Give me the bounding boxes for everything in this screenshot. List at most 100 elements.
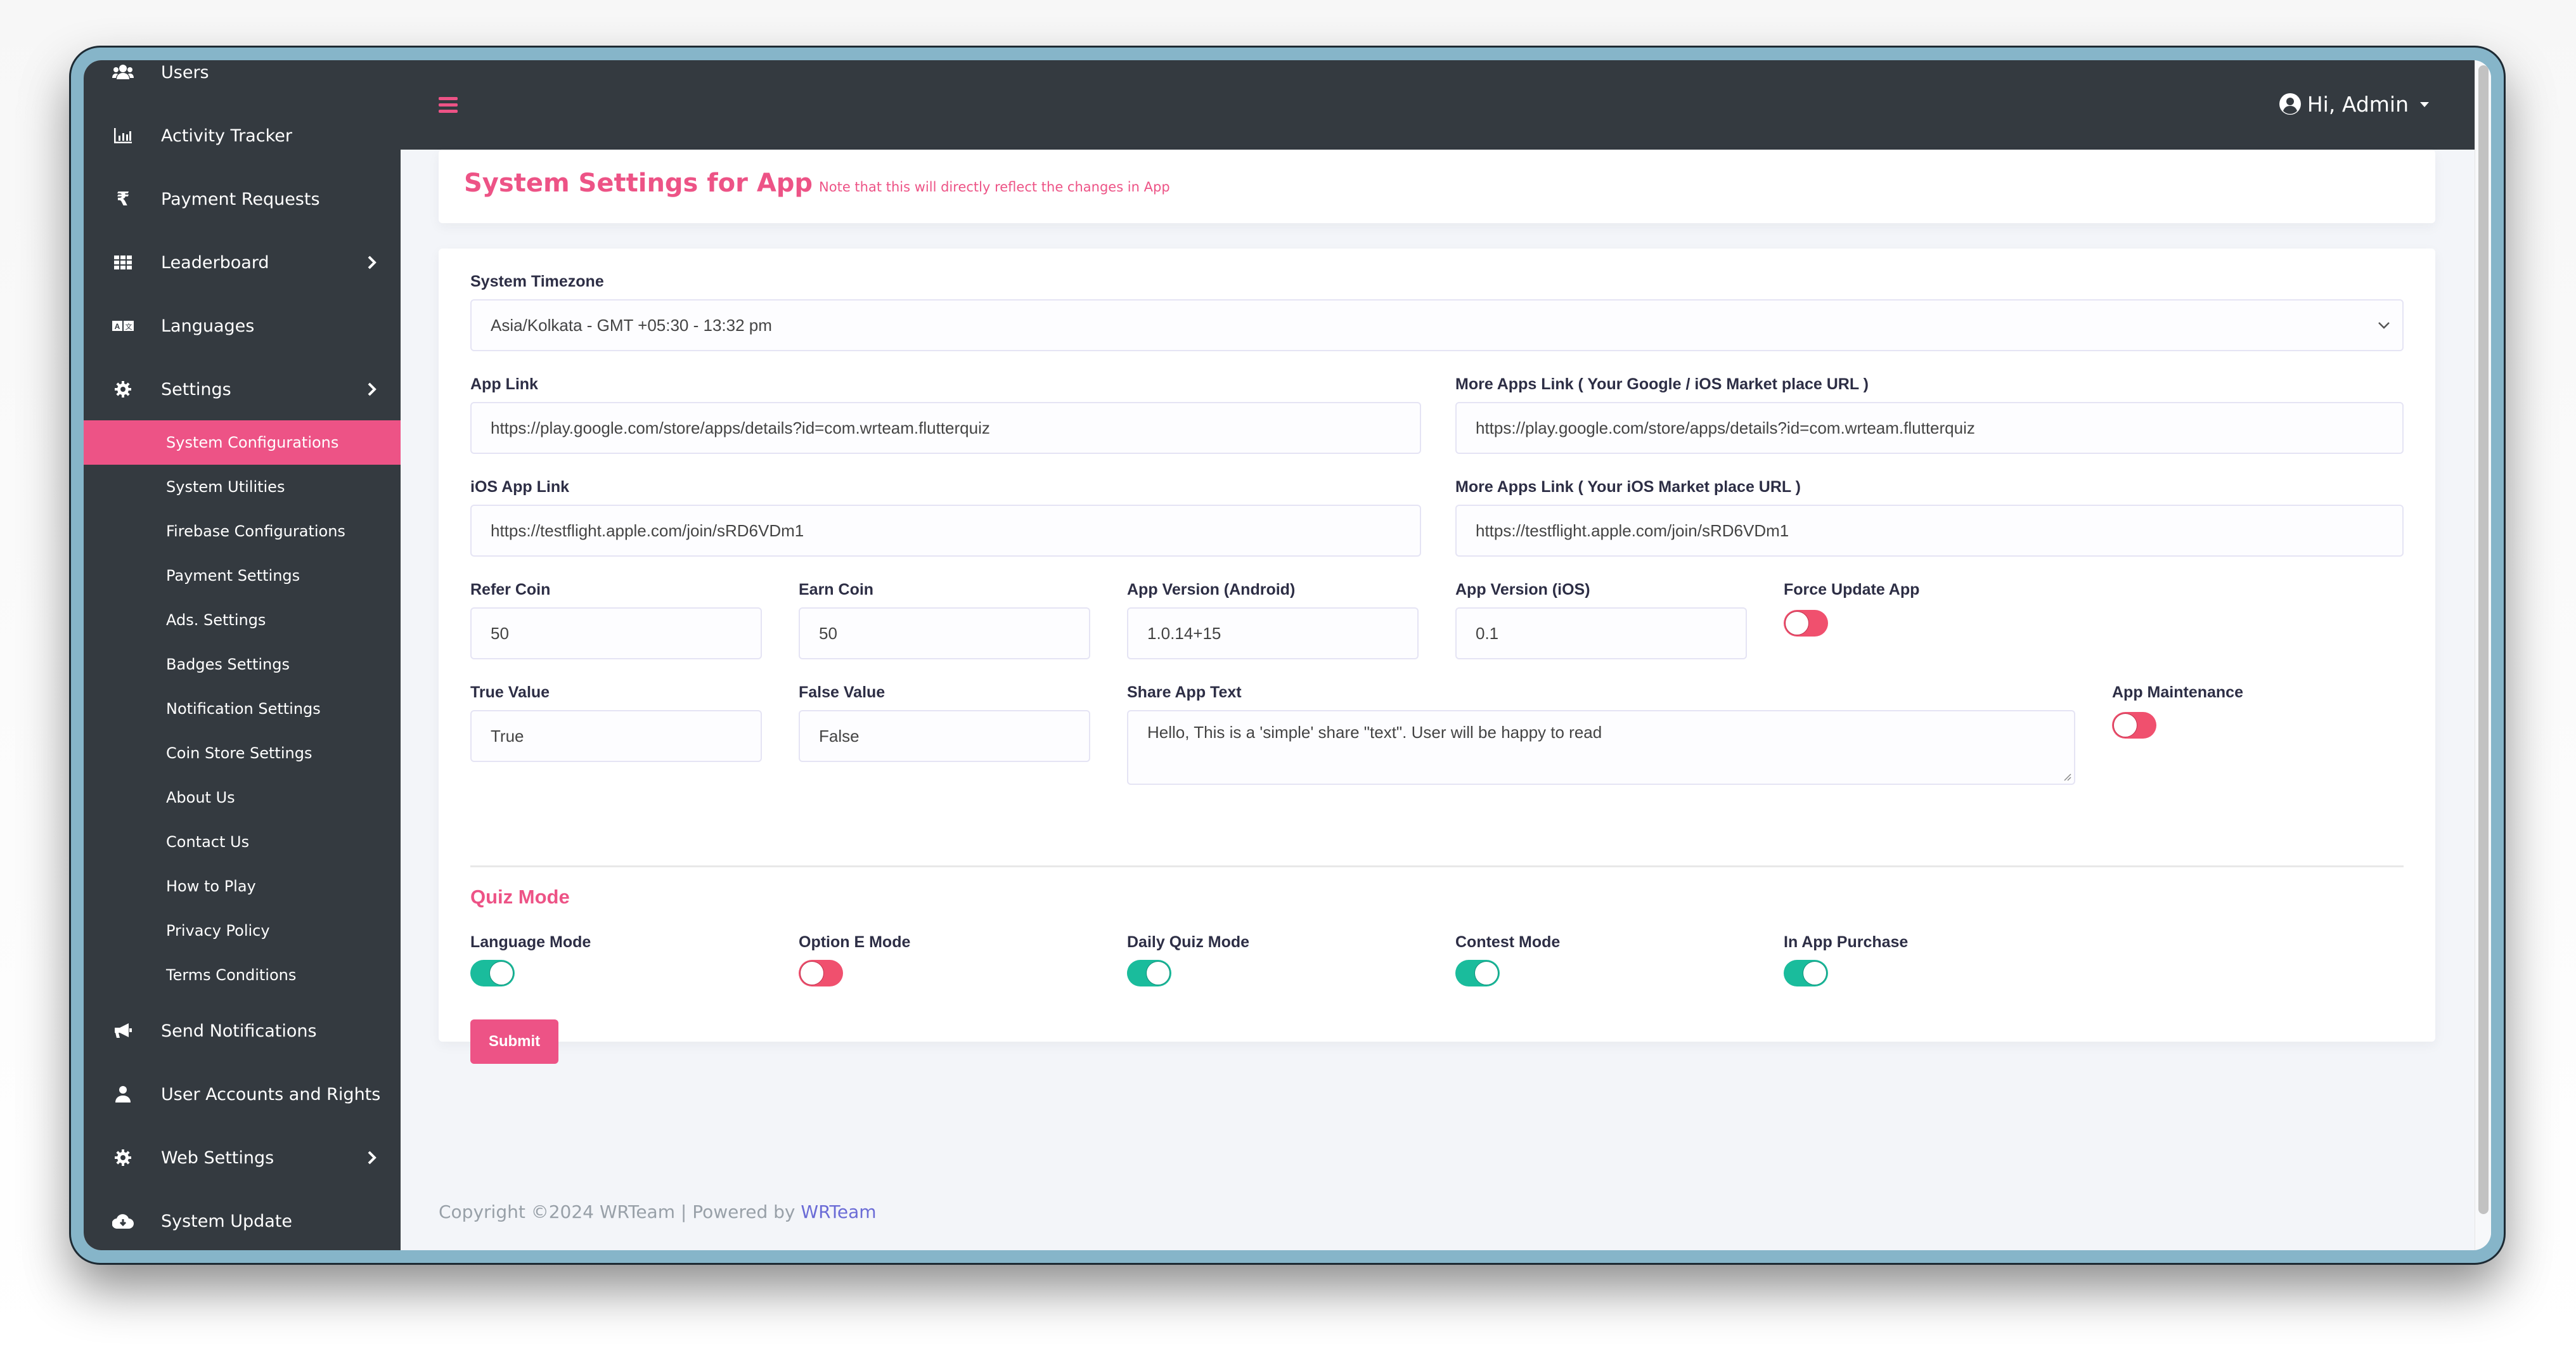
sidebar-item-users[interactable]: Users bbox=[84, 60, 401, 94]
false-value-input[interactable]: False bbox=[799, 710, 1090, 762]
sidebar-item-user-accounts[interactable]: User Accounts and Rights bbox=[84, 1072, 401, 1116]
sidebar-subitem-system-utilities[interactable]: System Utilities bbox=[84, 465, 401, 509]
sidebar-item-languages[interactable]: A文 Languages bbox=[84, 304, 401, 348]
app-version-android-input[interactable]: 1.0.14+15 bbox=[1127, 607, 1419, 659]
sidebar-item-label: Languages bbox=[161, 316, 255, 336]
sidebar-item-label: System Update bbox=[161, 1211, 293, 1231]
in-app-purchase-toggle[interactable] bbox=[1784, 960, 1828, 986]
app-version-ios-input[interactable]: 0.1 bbox=[1455, 607, 1747, 659]
sidebar: Users Activity Tracker ₹ Payment Request… bbox=[84, 60, 401, 1250]
vertical-scrollbar[interactable] bbox=[2475, 60, 2491, 1250]
sidebar-subitem-label: Firebase Configurations bbox=[166, 522, 345, 540]
sidebar-subitem-how-to-play[interactable]: How to Play bbox=[84, 864, 401, 909]
contest-mode-toggle[interactable] bbox=[1455, 960, 1500, 986]
system-timezone-select[interactable]: Asia/Kolkata - GMT +05:30 - 13:32 pm bbox=[470, 299, 2404, 351]
sidebar-subitem-terms-conditions[interactable]: Terms Conditions bbox=[84, 953, 401, 997]
hamburger-icon[interactable] bbox=[439, 96, 458, 115]
sidebar-subitem-label: Payment Settings bbox=[166, 567, 300, 585]
app-maintenance-toggle[interactable] bbox=[2112, 712, 2156, 739]
toggle-knob bbox=[1803, 961, 1827, 985]
sidebar-subitem-label: Notification Settings bbox=[166, 700, 321, 718]
users-icon bbox=[110, 60, 136, 85]
scrollbar-thumb[interactable] bbox=[2478, 65, 2489, 1214]
submit-button[interactable]: Submit bbox=[470, 1019, 558, 1064]
sidebar-subitem-label: System Utilities bbox=[166, 478, 285, 496]
toggle-knob bbox=[1146, 961, 1170, 985]
earn-coin-input[interactable]: 50 bbox=[799, 607, 1090, 659]
app-link-input[interactable]: https://play.google.com/store/apps/detai… bbox=[470, 402, 1421, 454]
earn-coin-label: Earn Coin bbox=[799, 581, 874, 598]
page-title: System Settings for App Note that this wi… bbox=[464, 169, 1170, 198]
true-value-input[interactable]: True bbox=[470, 710, 762, 762]
sidebar-subitem-about-us[interactable]: About Us bbox=[84, 775, 401, 820]
user-greeting: Hi, Admin bbox=[2307, 91, 2409, 117]
footer: Copyright ©2024 WRTeam | Powered by WRTe… bbox=[439, 1201, 877, 1222]
ios-app-link-input[interactable]: https://testflight.apple.com/join/sRD6VD… bbox=[470, 505, 1421, 557]
more-apps-link-ios-input[interactable]: https://testflight.apple.com/join/sRD6VD… bbox=[1455, 505, 2404, 557]
footer-link-wrteam[interactable]: WRTeam bbox=[801, 1201, 876, 1222]
caret-down-icon bbox=[2420, 102, 2429, 107]
resize-grip-icon[interactable] bbox=[2063, 772, 2071, 781]
sidebar-subitem-label: System Configurations bbox=[166, 434, 339, 451]
share-app-text-textarea[interactable]: Hello, This is a 'simple' share "text". … bbox=[1127, 710, 2075, 785]
option-e-mode-label: Option E Mode bbox=[799, 933, 911, 951]
app-version-ios-label: App Version (iOS) bbox=[1455, 581, 1590, 598]
sidebar-subitem-badges-settings[interactable]: Badges Settings bbox=[84, 642, 401, 687]
sidebar-subitem-label: About Us bbox=[166, 789, 235, 806]
sidebar-item-leaderboard[interactable]: Leaderboard bbox=[84, 240, 401, 285]
user-menu-dropdown[interactable]: Hi, Admin bbox=[2279, 88, 2430, 120]
sidebar-item-settings[interactable]: Settings bbox=[84, 367, 401, 411]
toggle-knob bbox=[1785, 611, 1809, 635]
gear-icon bbox=[110, 1145, 136, 1170]
daily-quiz-mode-label: Daily Quiz Mode bbox=[1127, 933, 1250, 951]
chevron-down-icon bbox=[2378, 322, 2390, 329]
sidebar-subitem-label: Terms Conditions bbox=[166, 966, 297, 984]
sidebar-subitem-label: Ads. Settings bbox=[166, 611, 266, 629]
language-icon: A文 bbox=[110, 313, 136, 339]
sidebar-subitem-contact-us[interactable]: Contact Us bbox=[84, 820, 401, 864]
system-timezone-label: System Timezone bbox=[470, 273, 604, 290]
sidebar-item-label: Send Notifications bbox=[161, 1021, 317, 1041]
grid-icon bbox=[110, 250, 136, 275]
sidebar-item-label: Activity Tracker bbox=[161, 126, 292, 146]
option-e-mode-toggle[interactable] bbox=[799, 960, 843, 986]
sidebar-subitem-ads-settings[interactable]: Ads. Settings bbox=[84, 598, 401, 642]
system-timezone-value: Asia/Kolkata - GMT +05:30 - 13:32 pm bbox=[491, 315, 772, 335]
sidebar-subitem-label: Badges Settings bbox=[166, 656, 290, 673]
quiz-mode-heading: Quiz Mode bbox=[470, 886, 570, 908]
refer-coin-input[interactable]: 50 bbox=[470, 607, 762, 659]
sidebar-subitem-label: Contact Us bbox=[166, 833, 250, 851]
gear-icon bbox=[110, 377, 136, 402]
chevron-right-icon bbox=[368, 1151, 377, 1165]
sidebar-item-label: Users bbox=[161, 62, 209, 82]
footer-copyright: Copyright ©2024 WRTeam | Powered by bbox=[439, 1201, 801, 1222]
sidebar-item-label: Payment Requests bbox=[161, 189, 320, 209]
more-apps-link-input[interactable]: https://play.google.com/store/apps/detai… bbox=[1455, 402, 2404, 454]
share-app-text-value: Hello, This is a 'simple' share "text". … bbox=[1147, 723, 1602, 742]
force-update-app-toggle[interactable] bbox=[1784, 610, 1828, 637]
sidebar-subitem-notification-settings[interactable]: Notification Settings bbox=[84, 687, 401, 731]
sidebar-item-payment-requests[interactable]: ₹ Payment Requests bbox=[84, 177, 401, 221]
share-app-text-label: Share App Text bbox=[1127, 683, 1242, 701]
app-maintenance-label: App Maintenance bbox=[2112, 683, 2243, 701]
language-mode-toggle[interactable] bbox=[470, 960, 515, 986]
app-version-android-label: App Version (Android) bbox=[1127, 581, 1296, 598]
chevron-right-icon bbox=[368, 382, 377, 396]
rupee-icon: ₹ bbox=[116, 188, 130, 210]
sidebar-subitem-firebase-configurations[interactable]: Firebase Configurations bbox=[84, 509, 401, 553]
page-title-text: System Settings for App bbox=[464, 169, 813, 198]
language-mode-label: Language Mode bbox=[470, 933, 591, 951]
sidebar-item-send-notifications[interactable]: Send Notifications bbox=[84, 1009, 401, 1053]
chevron-right-icon bbox=[368, 255, 377, 269]
sidebar-subitem-privacy-policy[interactable]: Privacy Policy bbox=[84, 909, 401, 953]
sidebar-subitem-payment-settings[interactable]: Payment Settings bbox=[84, 553, 401, 598]
sidebar-item-web-settings[interactable]: Web Settings bbox=[84, 1135, 401, 1180]
sidebar-subitem-system-configurations[interactable]: System Configurations bbox=[84, 420, 401, 465]
daily-quiz-mode-toggle[interactable] bbox=[1127, 960, 1171, 986]
sidebar-subitem-coin-store-settings[interactable]: Coin Store Settings bbox=[84, 731, 401, 775]
sidebar-item-system-update[interactable]: System Update bbox=[84, 1199, 401, 1243]
true-value-label: True Value bbox=[470, 683, 550, 701]
svg-text:文: 文 bbox=[126, 322, 132, 331]
system-settings-form: System Timezone Asia/Kolkata - GMT +05:3… bbox=[439, 249, 2435, 1064]
sidebar-item-activity-tracker[interactable]: Activity Tracker bbox=[84, 113, 401, 158]
